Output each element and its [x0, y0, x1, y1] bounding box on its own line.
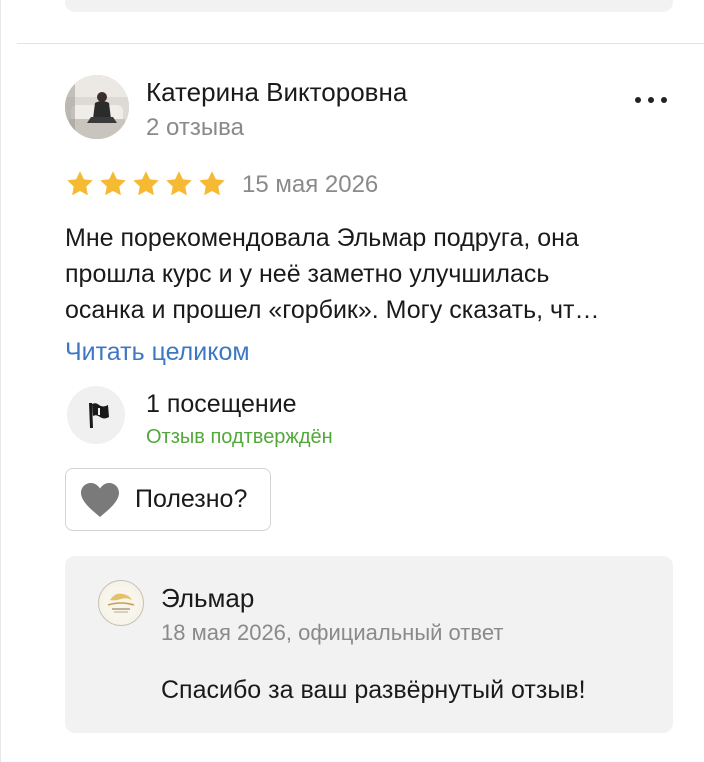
review-text-line: прошла курс и у неё заметно улучшилась	[65, 260, 550, 288]
three-dots-icon	[661, 97, 667, 103]
reply-text: Спасибо за ваш развёрнутый отзыв!	[161, 676, 586, 704]
review-divider	[17, 43, 704, 44]
star-icon	[199, 171, 225, 196]
visits-count: 1 посещение	[146, 390, 297, 418]
verified-label: Отзыв подтверждён	[146, 426, 333, 448]
author-avatar[interactable]	[65, 75, 129, 139]
review-page: Катерина Викторовна 2 отзыва 15 мая 2026…	[0, 0, 704, 762]
review-text-line: осанка и прошел «горбик». Могу сказать, …	[65, 296, 600, 324]
review-text: Мне порекомендовала Эльмар подруга, она …	[65, 220, 677, 328]
star-icon	[133, 171, 159, 196]
org-name[interactable]: Эльмар	[161, 583, 254, 614]
heart-icon	[81, 483, 119, 517]
author-reviews-count: 2 отзыва	[146, 114, 244, 141]
avatar-photo	[65, 75, 129, 139]
useful-button[interactable]: Полезно?	[65, 468, 271, 531]
flag-icon	[89, 403, 109, 428]
star-icon	[100, 171, 126, 196]
review-text-line: Мне порекомендовала Эльмар подруга, она	[65, 224, 579, 252]
read-more-link[interactable]: Читать целиком	[65, 338, 250, 367]
official-reply-card: Эльмар 18 мая 2026, официальный ответ Сп…	[65, 556, 673, 733]
previous-reply-card	[65, 0, 673, 12]
three-dots-icon	[648, 97, 654, 103]
visit-badge	[67, 386, 125, 444]
review-date: 15 мая 2026	[242, 171, 379, 198]
three-dots-icon	[635, 97, 641, 103]
reply-meta: 18 мая 2026, официальный ответ	[161, 620, 504, 645]
org-logo[interactable]	[98, 580, 144, 626]
org-logo-image	[103, 585, 139, 621]
useful-label: Полезно?	[135, 485, 248, 513]
more-options-button[interactable]	[629, 86, 673, 114]
star-rating	[65, 169, 227, 201]
star-icon	[166, 171, 192, 196]
star-icon	[67, 171, 93, 196]
author-name[interactable]: Катерина Викторовна	[146, 77, 407, 108]
